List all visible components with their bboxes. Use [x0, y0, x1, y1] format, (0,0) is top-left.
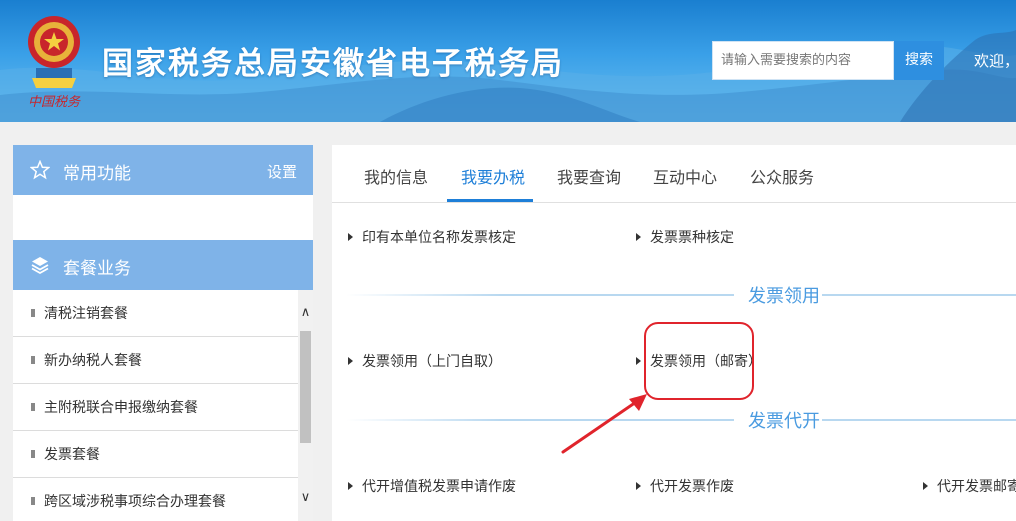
section-divider-left — [346, 419, 734, 421]
list-item[interactable]: 跨区域涉税事项综合办理套餐 — [13, 478, 298, 521]
caret-right-icon — [636, 482, 641, 490]
list-item-label: 清税注销套餐 — [44, 306, 128, 322]
menu-item-invoice-pickup[interactable]: 发票领用（上门自取） — [348, 351, 502, 371]
list-item-label: 发票套餐 — [44, 447, 100, 463]
caret-right-icon — [348, 482, 353, 490]
bullet-icon — [31, 403, 35, 411]
tab-interaction-center[interactable]: 互动中心 — [653, 164, 717, 188]
list-item-label: 跨区域涉税事项综合办理套餐 — [44, 494, 226, 510]
menu-item-label: 代开发票邮寄 — [937, 479, 1016, 495]
bullet-icon — [31, 309, 35, 317]
list-item[interactable]: 新办纳税人套餐 — [13, 337, 298, 384]
logo-caption: 中国税务 — [28, 95, 81, 110]
menu-item-vat-invoice-void[interactable]: 代开增值税发票申请作废 — [348, 476, 516, 496]
tab-tax-handling[interactable]: 我要办税 — [461, 164, 525, 188]
list-scrollbar[interactable]: ∧ ∨ — [298, 290, 313, 521]
main-tabs: 我的信息 我要办税 我要查询 互动中心 公众服务 — [332, 145, 1016, 203]
caret-right-icon — [348, 233, 353, 241]
package-business-title: 套餐业务 — [63, 259, 131, 279]
site-header: 中国税务 国家税务总局安徽省电子税务局 搜索 欢迎， — [0, 0, 1016, 122]
menu-item-issued-invoice-mail[interactable]: 代开发票邮寄 — [923, 476, 1016, 496]
caret-right-icon — [636, 233, 641, 241]
site-title: 国家税务总局安徽省电子税务局 — [102, 46, 564, 82]
package-business-header[interactable]: 套餐业务 — [13, 240, 313, 290]
highlight-box — [644, 322, 754, 400]
star-icon — [30, 160, 50, 180]
bullet-icon — [31, 450, 35, 458]
scroll-thumb[interactable] — [300, 331, 311, 443]
section-divider-right — [822, 294, 1016, 296]
left-sidebar: 常用功能 设置 套餐业务 清税注销套餐 新办纳税人套餐 主附税联合申报缴纳套餐 … — [13, 145, 313, 521]
menu-item-label: 代开发票作废 — [650, 479, 734, 495]
menu-item-label: 发票领用（上门自取） — [362, 354, 502, 370]
menu-item-label: 代开增值税发票申请作废 — [362, 479, 516, 495]
list-item[interactable]: 发票套餐 — [13, 431, 298, 478]
caret-right-icon — [636, 357, 641, 365]
caret-right-icon — [923, 482, 928, 490]
scroll-up-icon[interactable]: ∧ — [298, 305, 313, 321]
search-button[interactable]: 搜索 — [894, 41, 944, 80]
section-title-invoice-issuance: 发票代开 — [748, 411, 820, 432]
national-emblem-logo: 中国税务 — [28, 16, 81, 110]
scroll-down-icon[interactable]: ∨ — [298, 490, 313, 506]
welcome-text: 欢迎， — [974, 52, 1016, 70]
section-divider-left — [346, 294, 734, 296]
settings-link[interactable]: 设置 — [267, 161, 297, 182]
common-functions-header[interactable]: 常用功能 设置 — [13, 145, 313, 195]
bullet-icon — [31, 497, 35, 505]
menu-item-label: 发票票种核定 — [650, 230, 734, 246]
layers-icon — [31, 257, 49, 275]
active-tab-indicator — [447, 199, 533, 202]
tab-public-service[interactable]: 公众服务 — [750, 164, 814, 188]
red-arrow-annotation — [561, 394, 647, 454]
tab-my-info[interactable]: 我的信息 — [364, 164, 428, 188]
list-item[interactable]: 清税注销套餐 — [13, 290, 298, 337]
list-item[interactable]: 主附税联合申报缴纳套餐 — [13, 384, 298, 431]
list-item-label: 新办纳税人套餐 — [44, 353, 142, 369]
section-title-invoice-collection: 发票领用 — [748, 286, 820, 307]
list-item-label: 主附税联合申报缴纳套餐 — [44, 400, 198, 416]
section-divider-right — [822, 419, 1016, 421]
menu-item-label: 印有本单位名称发票核定 — [362, 230, 516, 246]
menu-item-issued-invoice-void[interactable]: 代开发票作废 — [636, 476, 734, 496]
menu-item-invoice-type-approval[interactable]: 发票票种核定 — [636, 227, 734, 247]
bullet-icon — [31, 356, 35, 364]
tab-query[interactable]: 我要查询 — [557, 164, 621, 188]
caret-right-icon — [348, 357, 353, 365]
menu-item-invoice-name-approval[interactable]: 印有本单位名称发票核定 — [348, 227, 516, 247]
search-input[interactable] — [712, 41, 894, 80]
common-functions-title: 常用功能 — [63, 164, 131, 184]
